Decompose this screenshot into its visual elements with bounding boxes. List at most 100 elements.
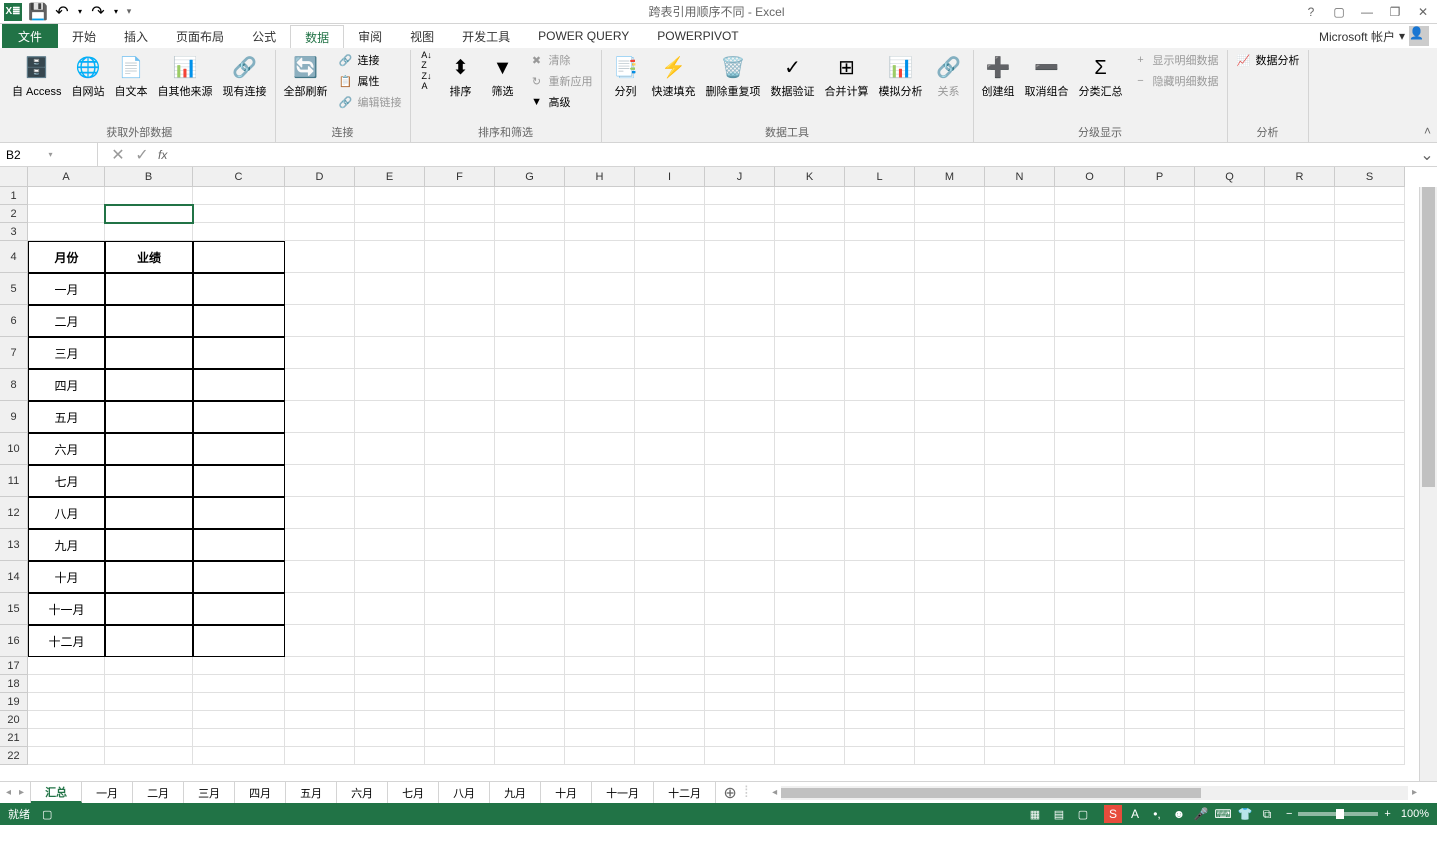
row-header-9[interactable]: 9 (0, 401, 28, 433)
tab-power-pivot[interactable]: POWERPIVOT (643, 24, 752, 48)
cell-R10[interactable] (1265, 433, 1335, 465)
cell-H2[interactable] (565, 205, 635, 223)
row-header-21[interactable]: 21 (0, 729, 28, 747)
cell-K18[interactable] (775, 675, 845, 693)
col-header-A[interactable]: A (28, 167, 105, 187)
cell-L20[interactable] (845, 711, 915, 729)
cell-G5[interactable] (495, 273, 565, 305)
sheet-tab-汇总[interactable]: 汇总 (31, 782, 82, 803)
cell-G17[interactable] (495, 657, 565, 675)
cell-I8[interactable] (635, 369, 705, 401)
cell-H4[interactable] (565, 241, 635, 273)
cell-D2[interactable] (285, 205, 355, 223)
cell-P7[interactable] (1125, 337, 1195, 369)
cell-R12[interactable] (1265, 497, 1335, 529)
cell-N9[interactable] (985, 401, 1055, 433)
cell-N16[interactable] (985, 625, 1055, 657)
cell-C20[interactable] (193, 711, 285, 729)
cell-Q14[interactable] (1195, 561, 1265, 593)
cell-L22[interactable] (845, 747, 915, 765)
data-analysis-button[interactable]: 📈数据分析 (1232, 50, 1304, 70)
row-header-19[interactable]: 19 (0, 693, 28, 711)
cell-R19[interactable] (1265, 693, 1335, 711)
cell-P18[interactable] (1125, 675, 1195, 693)
cell-B20[interactable] (105, 711, 193, 729)
cell-G22[interactable] (495, 747, 565, 765)
sheet-nav-first[interactable]: ◂ (6, 787, 11, 798)
cell-H1[interactable] (565, 187, 635, 205)
cell-G16[interactable] (495, 625, 565, 657)
cell-O7[interactable] (1055, 337, 1125, 369)
cell-M12[interactable] (915, 497, 985, 529)
cell-B9[interactable] (105, 401, 193, 433)
cell-R3[interactable] (1265, 223, 1335, 241)
cell-P13[interactable] (1125, 529, 1195, 561)
cell-H12[interactable] (565, 497, 635, 529)
cell-Q5[interactable] (1195, 273, 1265, 305)
cell-I1[interactable] (635, 187, 705, 205)
cell-P19[interactable] (1125, 693, 1195, 711)
cell-B19[interactable] (105, 693, 193, 711)
cell-M9[interactable] (915, 401, 985, 433)
cell-Q17[interactable] (1195, 657, 1265, 675)
col-header-Q[interactable]: Q (1195, 167, 1265, 187)
cell-O18[interactable] (1055, 675, 1125, 693)
zoom-level[interactable]: 100% (1401, 808, 1429, 820)
cell-R2[interactable] (1265, 205, 1335, 223)
filter-button[interactable]: ▼筛选 (483, 50, 523, 101)
cell-K19[interactable] (775, 693, 845, 711)
cell-G9[interactable] (495, 401, 565, 433)
cell-A18[interactable] (28, 675, 105, 693)
cell-F21[interactable] (425, 729, 495, 747)
tab-data[interactable]: 数据 (290, 25, 344, 49)
cell-R20[interactable] (1265, 711, 1335, 729)
cell-F7[interactable] (425, 337, 495, 369)
cell-I13[interactable] (635, 529, 705, 561)
zoom-slider[interactable]: − + (1286, 808, 1391, 820)
edit-links-button[interactable]: 🔗编辑链接 (334, 92, 406, 112)
cell-F17[interactable] (425, 657, 495, 675)
redo-dropdown[interactable]: ▾ (110, 1, 122, 23)
clear-filter-button[interactable]: ✖清除 (525, 50, 597, 70)
cell-A22[interactable] (28, 747, 105, 765)
cell-D12[interactable] (285, 497, 355, 529)
cell-M17[interactable] (915, 657, 985, 675)
cell-A21[interactable] (28, 729, 105, 747)
cell-O16[interactable] (1055, 625, 1125, 657)
whatif-button[interactable]: 📊模拟分析 (875, 50, 927, 101)
col-header-O[interactable]: O (1055, 167, 1125, 187)
from-web-button[interactable]: 🌐自网站 (68, 50, 109, 101)
row-header-13[interactable]: 13 (0, 529, 28, 561)
cell-Q19[interactable] (1195, 693, 1265, 711)
col-header-K[interactable]: K (775, 167, 845, 187)
row-header-12[interactable]: 12 (0, 497, 28, 529)
hscroll-thumb[interactable] (781, 788, 1201, 798)
formula-bar-expand-button[interactable]: ⌄ (1417, 145, 1437, 165)
name-box[interactable]: B2▾ (0, 143, 98, 166)
view-page-layout-button[interactable]: ▤ (1048, 805, 1070, 823)
cell-A10[interactable]: 六月 (28, 433, 105, 465)
cell-Q15[interactable] (1195, 593, 1265, 625)
cell-H9[interactable] (565, 401, 635, 433)
cell-J14[interactable] (705, 561, 775, 593)
cell-H13[interactable] (565, 529, 635, 561)
cell-H22[interactable] (565, 747, 635, 765)
cell-G4[interactable] (495, 241, 565, 273)
cell-A8[interactable]: 四月 (28, 369, 105, 401)
row-header-11[interactable]: 11 (0, 465, 28, 497)
undo-dropdown[interactable]: ▾ (74, 1, 86, 23)
cell-K15[interactable] (775, 593, 845, 625)
col-header-B[interactable]: B (105, 167, 193, 187)
cell-L13[interactable] (845, 529, 915, 561)
cell-R5[interactable] (1265, 273, 1335, 305)
cell-K11[interactable] (775, 465, 845, 497)
cell-C2[interactable] (193, 205, 285, 223)
cell-N10[interactable] (985, 433, 1055, 465)
cell-N21[interactable] (985, 729, 1055, 747)
cell-C5[interactable] (193, 273, 285, 305)
vertical-scrollbar[interactable] (1419, 187, 1437, 781)
cell-M22[interactable] (915, 747, 985, 765)
cell-O19[interactable] (1055, 693, 1125, 711)
cell-R4[interactable] (1265, 241, 1335, 273)
col-header-S[interactable]: S (1335, 167, 1405, 187)
